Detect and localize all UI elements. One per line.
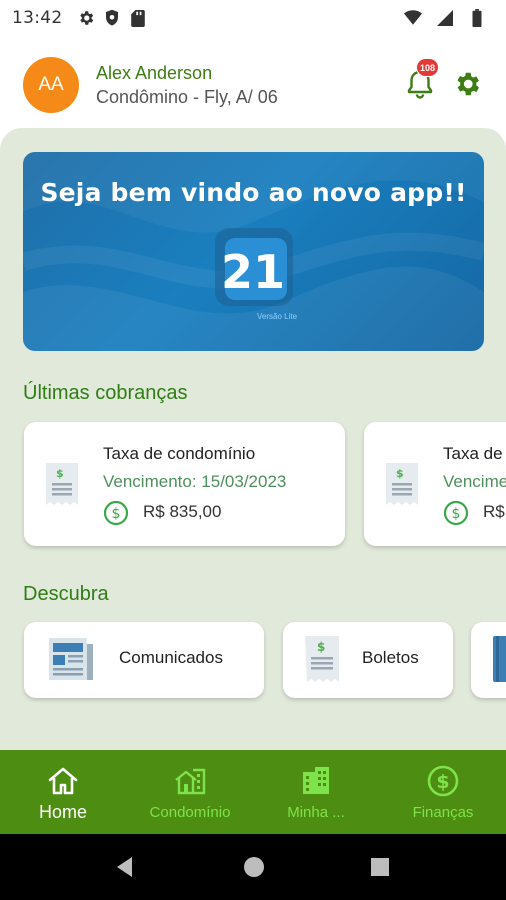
recents-icon[interactable] bbox=[366, 853, 394, 881]
home-circle-icon[interactable] bbox=[240, 853, 268, 881]
book-icon bbox=[493, 636, 506, 682]
invoice-icon: $ bbox=[305, 636, 339, 682]
nav-label-home: Home bbox=[38, 802, 87, 822]
cell-signal-icon bbox=[436, 9, 454, 27]
svg-text:$: $ bbox=[396, 467, 404, 480]
condo-building-icon bbox=[175, 768, 206, 795]
svg-text:$: $ bbox=[436, 771, 449, 793]
status-time: 13:42 bbox=[12, 8, 63, 28]
svg-text:$: $ bbox=[452, 506, 461, 522]
header: AA Alex Anderson Condômino - Fly, A/ 06 … bbox=[0, 36, 506, 128]
charge-amount: R$ 835,00 bbox=[143, 502, 222, 521]
app-logo: 21 bbox=[215, 228, 293, 306]
charge-card[interactable]: $ Taxa de condomínio Vencimento: 15/03/2… bbox=[24, 422, 345, 546]
back-icon[interactable] bbox=[112, 853, 140, 881]
banner-title: Seja bem vindo ao novo app!! bbox=[40, 178, 467, 207]
svg-text:$: $ bbox=[56, 467, 64, 480]
discover-card-partial[interactable] bbox=[471, 622, 506, 698]
shield-icon bbox=[103, 9, 121, 27]
nav-label-financas: Finanças bbox=[412, 804, 474, 821]
newspaper-icon bbox=[49, 638, 93, 680]
logo-subtitle: Versão Lite bbox=[257, 312, 298, 321]
discover-card-comunicados[interactable]: Comunicados bbox=[24, 622, 264, 698]
receipt-icon: $ bbox=[46, 463, 78, 505]
discover-section-title: Descubra bbox=[23, 583, 109, 605]
charge-due-date: Vencimento: 15/03/2023 bbox=[443, 472, 506, 491]
apartment-icon bbox=[303, 767, 329, 794]
user-unit: Condômino - Fly, A/ 06 bbox=[96, 87, 278, 107]
status-bar: 13:42 bbox=[0, 0, 506, 36]
user-name: Alex Anderson bbox=[96, 63, 213, 83]
main-content[interactable]: Seja bem vindo ao novo app!! 21 Versão L… bbox=[0, 128, 506, 750]
charge-due-date: Vencimento: 15/03/2023 bbox=[103, 472, 287, 491]
home-icon bbox=[48, 767, 78, 795]
svg-text:$: $ bbox=[112, 506, 121, 522]
wifi-icon bbox=[404, 9, 422, 27]
gear-icon bbox=[77, 9, 95, 27]
dollar-circle-icon: $ bbox=[427, 765, 459, 797]
nav-item-minha-unidade[interactable]: Minha ... bbox=[258, 750, 374, 834]
dollar-circle-icon: $ bbox=[443, 500, 469, 526]
receipt-icon: $ bbox=[386, 463, 418, 505]
avatar[interactable]: AA bbox=[23, 57, 79, 113]
settings-gear-icon[interactable] bbox=[452, 69, 482, 99]
dollar-circle-icon: $ bbox=[103, 500, 129, 526]
svg-text:$: $ bbox=[317, 640, 325, 654]
battery-icon bbox=[468, 9, 486, 27]
charge-card[interactable]: $ Taxa de condomínio Vencimento: 15/03/2… bbox=[364, 422, 506, 546]
charge-title: Taxa de condomínio bbox=[443, 444, 506, 463]
charges-section-title: Últimas cobranças bbox=[23, 382, 188, 404]
sd-card-icon bbox=[129, 9, 147, 27]
discover-card-boletos[interactable]: $ Boletos bbox=[283, 622, 453, 698]
charge-amount: R$ 835,00 bbox=[483, 502, 506, 521]
notification-badge: 108 bbox=[416, 58, 440, 77]
nav-item-home[interactable]: Home bbox=[19, 750, 107, 834]
nav-label-condominio: Condomínio bbox=[149, 804, 231, 821]
system-navigation-bar bbox=[0, 834, 506, 900]
nav-item-condominio[interactable]: Condomínio bbox=[130, 750, 250, 834]
bottom-navigation: Home Condomínio Minha ... $ Finanças bbox=[0, 750, 506, 834]
welcome-banner[interactable]: Seja bem vindo ao novo app!! 21 Versão L… bbox=[23, 152, 484, 351]
nav-label-minha: Minha ... bbox=[287, 804, 345, 821]
discover-label: Boletos bbox=[362, 648, 419, 667]
logo-number: 21 bbox=[221, 245, 285, 299]
discover-label: Comunicados bbox=[119, 648, 223, 667]
charge-title: Taxa de condomínio bbox=[103, 444, 256, 463]
nav-item-financas[interactable]: $ Finanças bbox=[396, 750, 490, 834]
